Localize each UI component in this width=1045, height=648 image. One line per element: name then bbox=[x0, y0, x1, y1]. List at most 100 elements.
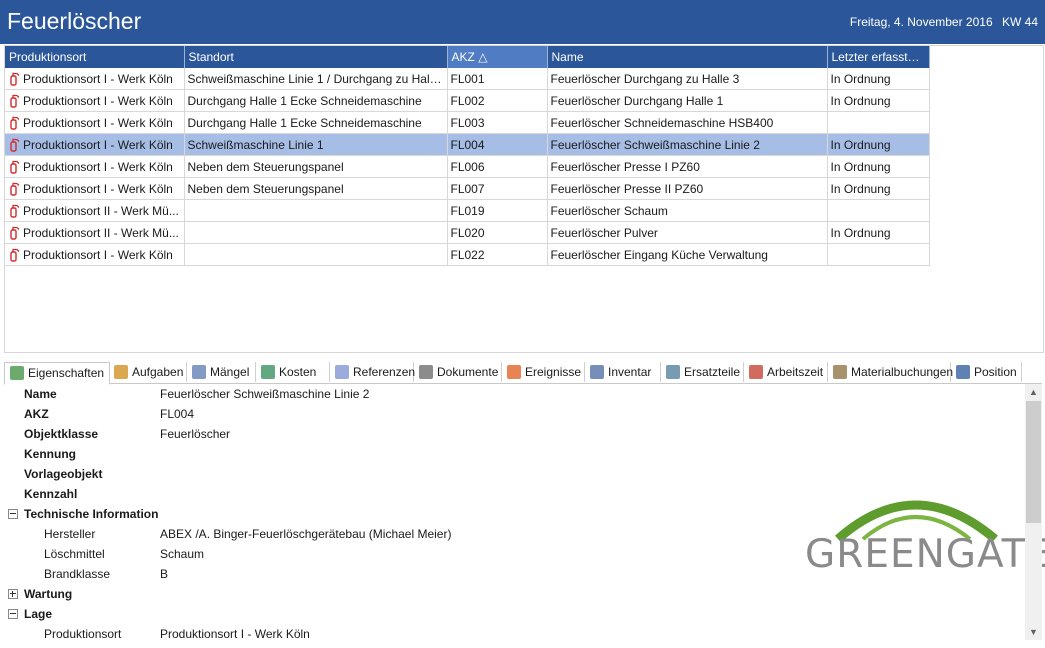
object-grid[interactable]: Produktionsort Standort AKZ △ Name Letzt… bbox=[4, 45, 1044, 353]
tab-label: Inventar bbox=[608, 365, 652, 379]
cell-akz: FL020 bbox=[447, 221, 548, 244]
tab-dokumente[interactable]: Dokumente bbox=[414, 362, 502, 382]
app-title: Feuerlöscher bbox=[7, 8, 142, 34]
property-label: Hersteller bbox=[44, 527, 96, 541]
table-row[interactable]: Produktionsort I - Werk Köln Schweißmasch… bbox=[5, 68, 930, 90]
cell-produktionsort: Produktionsort I - Werk Köln bbox=[5, 177, 185, 200]
property-label: Produktionsort bbox=[44, 627, 122, 640]
column-header-akz[interactable]: AKZ △ bbox=[447, 46, 548, 68]
property-row-kennung[interactable]: Kennung bbox=[4, 444, 1024, 464]
vertical-scrollbar[interactable]: ▲ ▼ bbox=[1025, 384, 1042, 640]
collapse-icon[interactable] bbox=[8, 609, 18, 619]
tab-m-ngel[interactable]: Mängel bbox=[187, 362, 256, 382]
fire-extinguisher-icon bbox=[10, 226, 20, 240]
costs-icon bbox=[261, 365, 275, 379]
column-header-letzter-status[interactable]: Letzter erfasster... bbox=[827, 46, 930, 68]
property-group-wartung[interactable]: Wartung bbox=[4, 584, 1024, 604]
tab-arbeitszeit[interactable]: Arbeitszeit bbox=[744, 362, 828, 382]
property-label: Löschmittel bbox=[44, 547, 105, 561]
property-value: Feuerlöscher bbox=[160, 427, 231, 441]
scroll-down-icon[interactable]: ▼ bbox=[1025, 624, 1042, 640]
cell-status: In Ordnung bbox=[827, 221, 930, 244]
fire-extinguisher-icon bbox=[10, 138, 20, 152]
column-header-produktionsort[interactable]: Produktionsort bbox=[5, 46, 185, 68]
tab-inventar[interactable]: Inventar bbox=[585, 362, 661, 382]
tab-position[interactable]: Position bbox=[951, 362, 1022, 382]
tab-ereignisse[interactable]: Ereignisse bbox=[502, 362, 585, 382]
table-row[interactable]: Produktionsort I - Werk Köln Neben dem St… bbox=[5, 177, 930, 200]
object-table: Produktionsort Standort AKZ △ Name Letzt… bbox=[5, 46, 930, 266]
column-header-name[interactable]: Name bbox=[547, 46, 828, 68]
property-group-label: Technische Information bbox=[24, 507, 159, 521]
tab-label: Aufgaben bbox=[132, 365, 184, 379]
column-header-standort[interactable]: Standort bbox=[184, 46, 448, 68]
references-icon bbox=[335, 365, 349, 379]
tab-materialbuchungen[interactable]: Materialbuchungen bbox=[828, 362, 954, 382]
cell-status bbox=[827, 199, 930, 222]
property-label: Kennung bbox=[24, 447, 76, 461]
cell-name: Feuerlöscher Schaum bbox=[547, 199, 828, 222]
table-row[interactable]: Produktionsort I - Werk Köln Durchgang Ha… bbox=[5, 89, 930, 112]
expand-icon[interactable] bbox=[8, 589, 18, 599]
cell-text: Produktionsort I - Werk Köln bbox=[23, 181, 173, 196]
events-icon bbox=[507, 365, 521, 379]
title-bar: Feuerlöscher Freitag, 4. November 2016 K… bbox=[0, 0, 1045, 44]
tab-aufgaben[interactable]: Aufgaben bbox=[109, 362, 187, 382]
detail-tab-strip: Eigenschaften Aufgaben Mängel Kosten Referen… bbox=[4, 362, 1042, 385]
cell-standort bbox=[184, 243, 448, 266]
property-label: Objektklasse bbox=[24, 427, 99, 441]
table-row[interactable]: Produktionsort I - Werk Köln Neben dem St… bbox=[5, 155, 930, 178]
property-value: Schaum bbox=[160, 547, 205, 561]
fire-extinguisher-icon bbox=[10, 182, 20, 196]
table-row[interactable]: Produktionsort II - Werk Mü... FL020 Feuer… bbox=[5, 221, 930, 244]
table-row[interactable]: Produktionsort I - Werk Köln Durchgang Ha… bbox=[5, 111, 930, 134]
cell-text: Produktionsort II - Werk Mü... bbox=[23, 225, 179, 240]
table-row[interactable]: Produktionsort II - Werk Mü... FL019 Feuer… bbox=[5, 199, 930, 222]
property-value: ABEX /A. Binger-Feuerlöschgerätebau (Mic… bbox=[160, 527, 452, 541]
cell-standort bbox=[184, 221, 448, 244]
cell-standort: Durchgang Halle 1 Ecke Schneidemaschine bbox=[184, 89, 448, 112]
location-pin-icon bbox=[956, 365, 970, 379]
collapse-icon[interactable] bbox=[8, 509, 18, 519]
cell-name: Feuerlöscher Presse I PZ60 bbox=[547, 155, 828, 178]
cell-name: Feuerlöscher Schneidemaschine HSB400 bbox=[547, 111, 828, 134]
date-text: Freitag, 4. November 2016 bbox=[849, 15, 993, 29]
cell-text: Produktionsort I - Werk Köln bbox=[23, 159, 173, 174]
property-row-produktionsort[interactable]: Produktionsort Produktionsort I - Werk K… bbox=[4, 624, 1024, 640]
property-value: Feuerlöscher Schweißmaschine Linie 2 bbox=[160, 387, 370, 401]
tab-ersatzteile[interactable]: Ersatzteile bbox=[661, 362, 744, 382]
table-row[interactable]: Produktionsort I - Werk Köln Schweißmasch… bbox=[5, 133, 930, 156]
property-row-akz[interactable]: AKZ FL004 bbox=[4, 404, 1024, 424]
cell-produktionsort: Produktionsort I - Werk Köln bbox=[5, 68, 185, 90]
cell-status bbox=[827, 111, 930, 134]
tab-label: Kosten bbox=[279, 365, 317, 379]
property-row-objektklasse[interactable]: Objektklasse Feuerlöscher bbox=[4, 424, 1024, 444]
tab-label: Mängel bbox=[210, 365, 250, 379]
tab-label: Materialbuchungen bbox=[851, 365, 954, 379]
cell-standort: Neben dem Steuerungspanel bbox=[184, 155, 448, 178]
cell-produktionsort: Produktionsort I - Werk Köln bbox=[5, 133, 185, 156]
scrollbar-thumb[interactable] bbox=[1026, 401, 1041, 523]
properties-icon bbox=[10, 366, 24, 380]
cell-akz: FL001 bbox=[447, 68, 548, 90]
tab-kosten[interactable]: Kosten bbox=[256, 362, 330, 382]
property-label: Name bbox=[24, 387, 57, 401]
property-row-name[interactable]: Name Feuerlöscher Schweißmaschine Linie … bbox=[4, 384, 1024, 404]
cell-produktionsort: Produktionsort II - Werk Mü... bbox=[5, 221, 185, 244]
logo-wordmark: GREENGATE bbox=[805, 532, 1045, 577]
property-group-lage[interactable]: Lage bbox=[4, 604, 1024, 624]
cell-name: Feuerlöscher Durchgang zu Halle 3 bbox=[547, 68, 828, 90]
property-value: Produktionsort I - Werk Köln bbox=[160, 627, 310, 640]
scroll-up-icon[interactable]: ▲ bbox=[1025, 384, 1042, 400]
cell-standort: Neben dem Steuerungspanel bbox=[184, 177, 448, 200]
tab-label: Position bbox=[974, 365, 1017, 379]
tab-label: Arbeitszeit bbox=[767, 365, 824, 379]
property-row-vorlageobjekt[interactable]: Vorlageobjekt bbox=[4, 464, 1024, 484]
date-display: Freitag, 4. November 2016 KW 44 bbox=[844, 15, 1038, 29]
tab-referenzen[interactable]: Referenzen bbox=[330, 362, 415, 382]
tab-eigenschaften[interactable]: Eigenschaften bbox=[4, 362, 110, 385]
cell-text: Produktionsort I - Werk Köln bbox=[23, 137, 173, 152]
table-row[interactable]: Produktionsort I - Werk Köln FL022 Feuerlö… bbox=[5, 243, 930, 266]
fire-extinguisher-icon bbox=[10, 94, 20, 108]
property-label: Brandklasse bbox=[44, 567, 111, 581]
